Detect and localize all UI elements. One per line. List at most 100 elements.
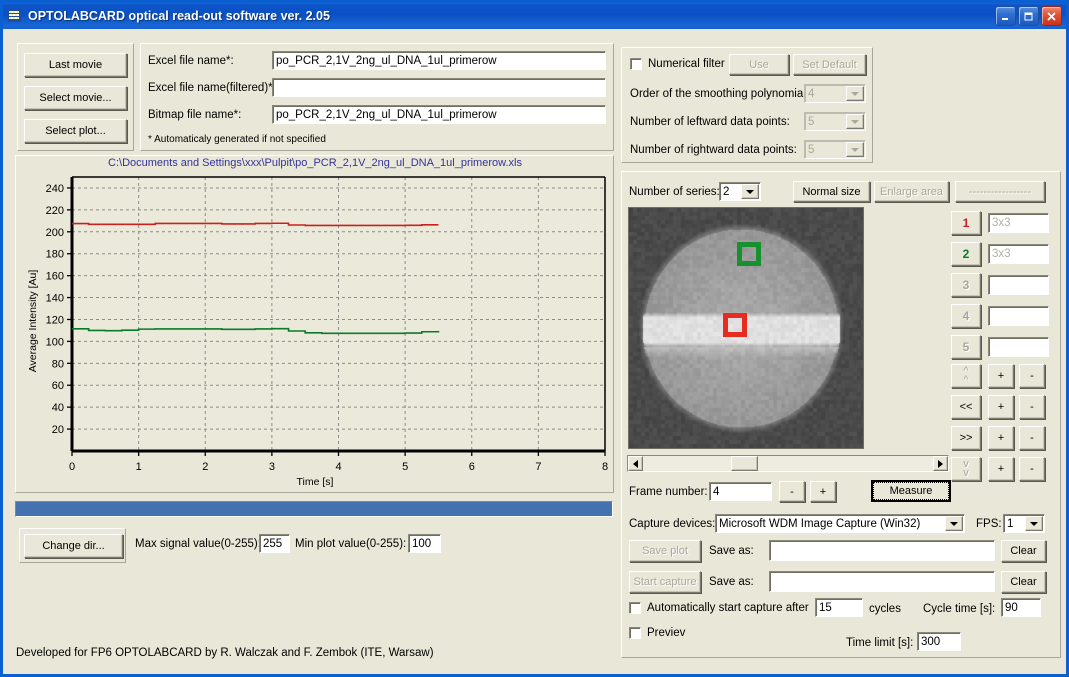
title-bar: OPTOLABCARD optical read-out software ve…: [3, 3, 1066, 29]
auto-start-capture-checkbox[interactable]: Automatically start capture after: [629, 602, 809, 614]
min-plot-label: Min plot value(0-255):: [295, 538, 407, 550]
series-2-marker[interactable]: [737, 242, 761, 266]
save-plot-button[interactable]: Save plot: [629, 540, 701, 562]
scrollbar-track[interactable]: [643, 456, 933, 471]
move-right-button[interactable]: >>: [951, 426, 981, 450]
numerical-filter-label: Numerical filter: [648, 58, 725, 70]
series-1-button[interactable]: 1: [951, 211, 981, 235]
svg-text:0: 0: [69, 461, 75, 473]
numerical-filter-checkbox-box[interactable]: [630, 58, 642, 70]
nav-row-1-minus-button[interactable]: -: [1019, 364, 1045, 388]
preview-horizontal-scrollbar[interactable]: [627, 455, 949, 472]
start-capture-button[interactable]: Start capture: [629, 571, 701, 593]
chevron-down-icon[interactable]: [846, 114, 864, 129]
move-left-button[interactable]: <<: [951, 395, 981, 419]
use-button[interactable]: Use: [729, 54, 789, 75]
scroll-right-button[interactable]: [933, 456, 948, 471]
leftward-points-label: Number of leftward data points:: [630, 116, 790, 128]
normal-size-button[interactable]: Normal size: [793, 181, 870, 202]
time-limit-input[interactable]: 300: [917, 632, 961, 651]
nav-row-3-minus-button[interactable]: -: [1019, 426, 1045, 450]
frame-number-input[interactable]: 4: [709, 482, 772, 501]
x-axis-label: Time [s]: [296, 476, 334, 488]
fps-combo[interactable]: 1: [1003, 514, 1045, 533]
chevron-down-icon[interactable]: [846, 142, 864, 157]
minimize-icon[interactable]: [995, 6, 1016, 26]
scrollbar-thumb[interactable]: [731, 456, 758, 471]
camera-preview-image[interactable]: [628, 207, 864, 449]
series-2-size-input[interactable]: 3x3: [988, 244, 1049, 264]
nav-row-4-plus-button[interactable]: +: [988, 457, 1014, 481]
preview-checkbox-box[interactable]: [629, 627, 641, 639]
capture-devices-combo[interactable]: Microsoft WDM Image Capture (Win32): [715, 514, 965, 533]
rightward-points-combo[interactable]: 5: [804, 140, 866, 159]
clear-save-plot-button[interactable]: Clear: [1001, 540, 1046, 562]
enlarge-area-button[interactable]: Enlarge area: [874, 181, 949, 202]
frame-decrement-button[interactable]: -: [779, 481, 805, 502]
change-dir-group: Change dir...: [19, 528, 126, 563]
cycle-time-input[interactable]: 90: [1001, 598, 1041, 617]
chevron-down-icon[interactable]: [1025, 516, 1043, 531]
window-title: OPTOLABCARD optical read-out software ve…: [28, 9, 330, 23]
app-grid-icon: [7, 8, 23, 24]
series-4-size-input[interactable]: [988, 306, 1049, 326]
series-1-marker[interactable]: [723, 313, 747, 337]
bitmap-file-name-input[interactable]: po_PCR_2,1V_2ng_ul_DNA_1ul_primerow: [272, 105, 606, 124]
cycles-label: cycles: [869, 603, 901, 615]
nav-row-4-minus-button[interactable]: -: [1019, 457, 1045, 481]
auto-start-capture-checkbox-box[interactable]: [629, 602, 641, 614]
number-of-series-combo[interactable]: 2: [719, 182, 761, 201]
preview-checkbox[interactable]: Previev: [629, 627, 685, 639]
save-plot-filename-input[interactable]: [769, 540, 995, 561]
plot-area: C:\Documents and Settings\xxx\Pulpit\po_…: [17, 155, 613, 493]
rightward-points-value: 5: [808, 143, 815, 156]
numerical-filter-group: Numerical filter Use Set Default Order o…: [621, 47, 873, 163]
leftward-points-value: 5: [808, 115, 815, 128]
bitmap-file-name-label: Bitmap file name*:: [148, 109, 242, 121]
polynomial-order-value: 4: [808, 87, 815, 100]
series-3-button[interactable]: 3: [951, 273, 981, 297]
measure-button[interactable]: Measure: [871, 480, 951, 502]
change-dir-button[interactable]: Change dir...: [24, 534, 123, 558]
move-up-button[interactable]: ^ ^: [951, 364, 981, 388]
nav-row-2-minus-button[interactable]: -: [1019, 395, 1045, 419]
nav-row-3-plus-button[interactable]: +: [988, 426, 1014, 450]
close-icon[interactable]: [1041, 6, 1062, 26]
leftward-points-combo[interactable]: 5: [804, 112, 866, 131]
scroll-left-button[interactable]: [628, 456, 643, 471]
nav-row-2-plus-button[interactable]: +: [988, 395, 1014, 419]
frame-increment-button[interactable]: +: [810, 481, 836, 502]
move-down-button[interactable]: vv: [951, 457, 981, 481]
progress-bar: [15, 501, 613, 517]
select-movie-button[interactable]: Select movie...: [24, 86, 127, 110]
clear-capture-button[interactable]: Clear: [1001, 571, 1046, 593]
svg-text:4: 4: [335, 461, 341, 473]
series-1-size-input[interactable]: 3x3: [988, 213, 1049, 233]
numerical-filter-checkbox[interactable]: Numerical filter: [630, 58, 725, 70]
auto-start-capture-label: Automatically start capture after: [647, 602, 809, 614]
chevron-down-icon[interactable]: [741, 184, 759, 199]
excel-file-name-input[interactable]: po_PCR_2,1V_2ng_ul_DNA_1ul_primerow: [272, 51, 606, 70]
set-default-button[interactable]: Set Default: [793, 54, 866, 75]
last-movie-button[interactable]: Last movie: [24, 53, 127, 77]
svg-text:3: 3: [269, 461, 275, 473]
maximize-icon[interactable]: [1018, 6, 1039, 26]
blank-placeholder-button[interactable]: -----------------: [955, 181, 1045, 202]
nav-row-1-plus-button[interactable]: +: [988, 364, 1014, 388]
min-plot-input[interactable]: 100: [408, 534, 441, 553]
capture-devices-value: Microsoft WDM Image Capture (Win32): [719, 517, 921, 530]
frame-number-label: Frame number:: [629, 486, 708, 498]
max-signal-input[interactable]: 255: [259, 534, 290, 553]
select-plot-button[interactable]: Select plot...: [24, 119, 127, 143]
series-2-button[interactable]: 2: [951, 242, 981, 266]
polynomial-order-combo[interactable]: 4: [804, 84, 866, 103]
series-5-button[interactable]: 5: [951, 335, 981, 359]
series-4-button[interactable]: 4: [951, 304, 981, 328]
chevron-down-icon[interactable]: [945, 516, 963, 531]
excel-file-name-filtered-input[interactable]: [272, 78, 606, 97]
cycles-input[interactable]: 15: [815, 598, 863, 617]
series-5-size-input[interactable]: [988, 337, 1049, 357]
chevron-down-icon[interactable]: [846, 86, 864, 101]
capture-filename-input[interactable]: [769, 571, 995, 592]
series-3-size-input[interactable]: [988, 275, 1049, 295]
